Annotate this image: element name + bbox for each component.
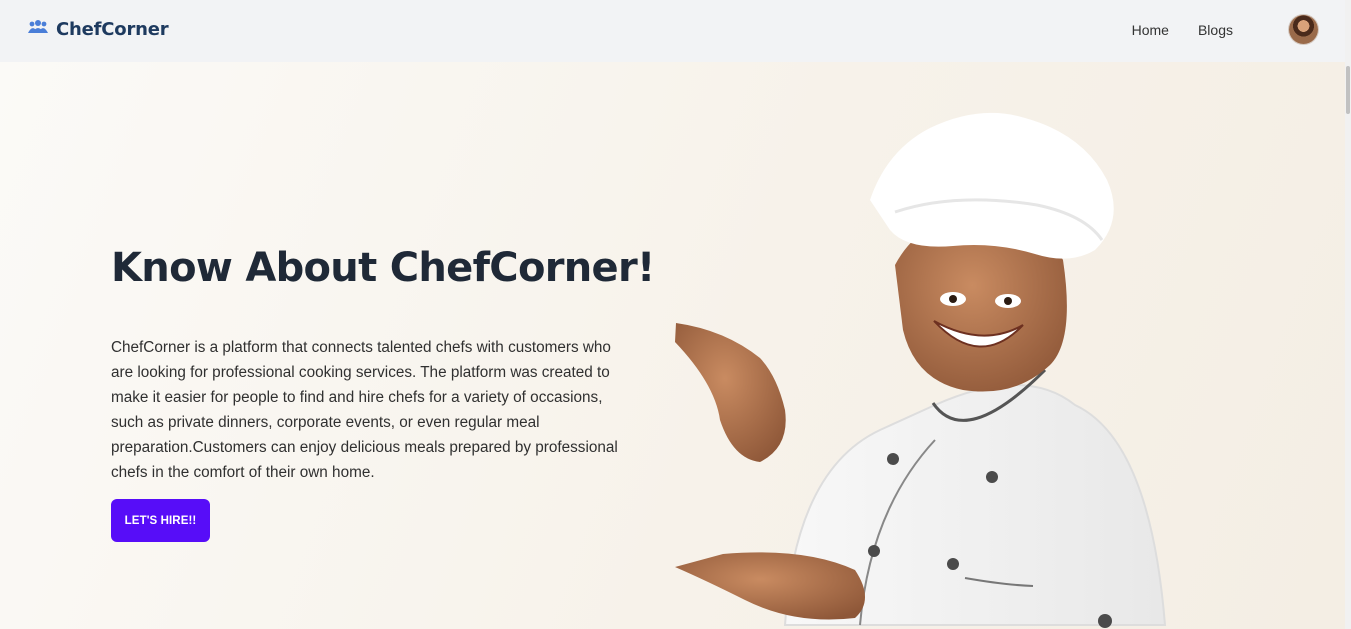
page-scrollbar[interactable] bbox=[1345, 0, 1351, 629]
scrollbar-thumb[interactable] bbox=[1346, 66, 1350, 114]
brand-name: ChefCorner bbox=[56, 19, 169, 40]
users-icon bbox=[28, 19, 48, 40]
top-navbar: ChefCorner Home Blogs bbox=[0, 0, 1345, 62]
nav-home-link[interactable]: Home bbox=[1132, 22, 1169, 38]
chef-pointing-photo bbox=[675, 112, 1167, 628]
nav-blogs-link[interactable]: Blogs bbox=[1198, 22, 1233, 38]
hero-section: Know About ChefCorner! ChefCorner is a p… bbox=[0, 62, 1345, 629]
hero-description: ChefCorner is a platform that connects t… bbox=[111, 339, 618, 481]
hero-title: Know About ChefCorner! bbox=[111, 245, 655, 291]
user-avatar[interactable] bbox=[1289, 15, 1318, 44]
brand-logo-link[interactable]: ChefCorner bbox=[28, 19, 169, 40]
nav-links: Home Blogs bbox=[1132, 22, 1233, 38]
lets-hire-button[interactable]: LET'S HIRE!! bbox=[111, 499, 210, 542]
